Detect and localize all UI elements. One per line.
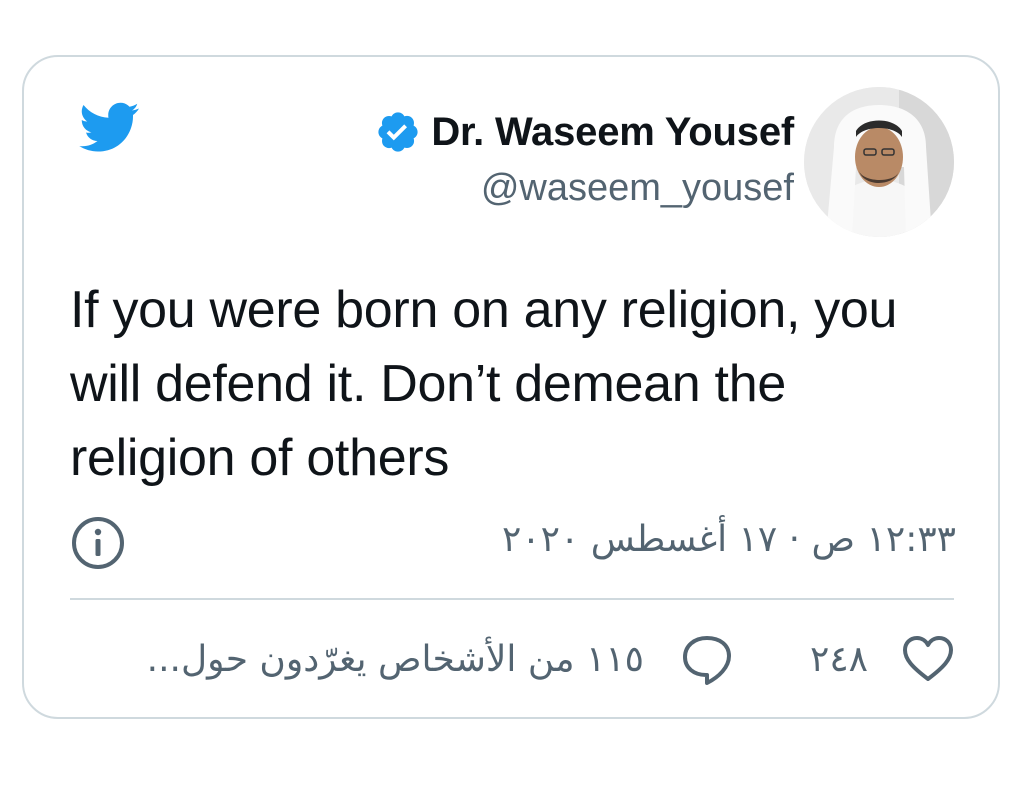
tweet-text: If you were born on any religion, you wi… [70, 281, 898, 487]
display-name[interactable]: Dr. Waseem Yousef [431, 110, 794, 155]
divider [70, 598, 954, 600]
like-count[interactable]: ٢٤٨ [810, 639, 868, 680]
tweet-card: Dr. Waseem Yousef @waseem_yousef If you … [22, 55, 1000, 719]
reply-bubble-icon[interactable] [680, 633, 734, 687]
tweet-timestamp[interactable]: ١٢:٣٣ ص · ١٧ أغسطس ٢٠٢٠ [502, 519, 956, 560]
verified-badge-icon [378, 112, 418, 152]
author-name-row[interactable]: Dr. Waseem Yousef [373, 107, 794, 157]
twitter-bird-icon[interactable] [74, 97, 146, 157]
avatar-image [804, 87, 954, 237]
avatar[interactable] [804, 87, 954, 237]
conversation-link[interactable]: ١١٥ من الأشخاص يغرّدون حول... [147, 639, 644, 680]
info-icon[interactable] [70, 515, 126, 571]
tweet-actions: ٢٤٨ ١١٥ من الأشخاص يغرّدون حول... [70, 629, 954, 689]
heart-icon[interactable] [902, 635, 954, 683]
user-handle[interactable]: @waseem_yousef [481, 167, 794, 210]
